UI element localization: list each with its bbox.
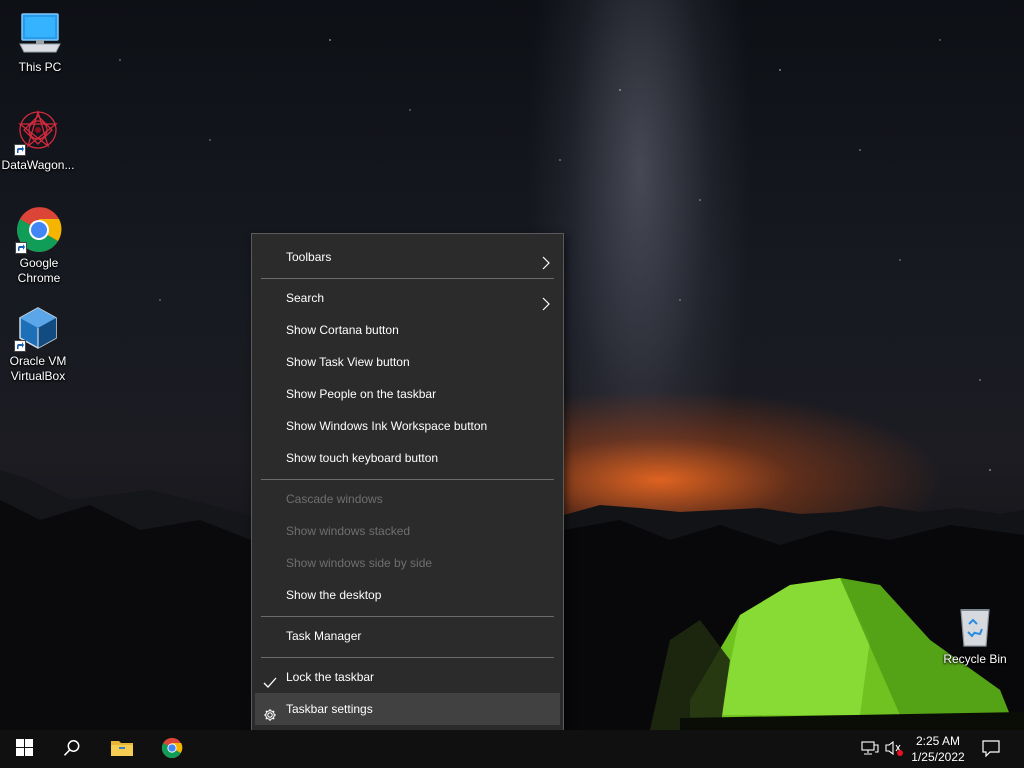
file-explorer-icon [110, 738, 134, 761]
taskbar-chrome[interactable] [148, 730, 196, 768]
action-center-icon [982, 739, 1000, 760]
desktop-icon-label: Recycle Bin [943, 652, 1007, 666]
menu-item-show-cortana-button[interactable]: Show Cortana button [255, 314, 560, 346]
desktop-icon-recycle-bin[interactable]: Recycle Bin [937, 602, 1013, 667]
clock-time: 2:25 AM [915, 734, 961, 748]
recycle-bin-icon [951, 602, 999, 650]
menu-item-label: Show Task View button [286, 355, 410, 369]
desktop-icon-google-chrome[interactable]: Google Chrome [1, 206, 77, 286]
desktop-icon-virtualbox[interactable]: Oracle VM VirtualBox [0, 304, 76, 384]
network-icon [861, 740, 879, 759]
menu-separator [261, 278, 554, 279]
menu-item-task-manager[interactable]: Task Manager [255, 620, 560, 652]
menu-item-label: Show the desktop [286, 588, 382, 602]
taskbar-search-button[interactable] [48, 730, 96, 768]
desktop-icon-label: This PC [18, 60, 62, 74]
action-center-button[interactable] [978, 730, 1004, 768]
menu-separator [261, 616, 554, 617]
menu-item-show-the-desktop[interactable]: Show the desktop [255, 579, 560, 611]
menu-item-label: Show People on the taskbar [286, 387, 437, 401]
menu-item-show-people[interactable]: Show People on the taskbar [255, 378, 560, 410]
taskbar-clock[interactable]: 2:25 AM 1/25/2022 [902, 730, 974, 768]
menu-item-label: Show Windows Ink Workspace button [286, 419, 488, 433]
start-icon [15, 739, 33, 759]
menu-item-taskbar-settings[interactable]: Taskbar settings [255, 693, 560, 725]
virtualbox-icon [14, 304, 62, 352]
menu-item-label: Search [286, 291, 325, 305]
desktop-icon-this-pc[interactable]: This PC [2, 10, 78, 75]
taskbar[interactable]: 2:25 AM 1/25/2022 [0, 730, 1024, 768]
tray-network[interactable] [858, 730, 882, 768]
menu-item-show-windows-side-by-side: Show windows side by side [255, 547, 560, 579]
menu-item-cascade-windows: Cascade windows [255, 483, 560, 515]
menu-item-search[interactable]: Search [255, 282, 560, 314]
menu-separator [261, 657, 554, 658]
datawagon-icon [14, 108, 62, 156]
menu-item-toolbars[interactable]: Toolbars [255, 241, 560, 273]
menu-item-label: Cascade windows [286, 492, 383, 506]
menu-item-label: Show Cortana button [286, 323, 399, 337]
shortcut-arrow-icon [14, 340, 26, 352]
search-icon [63, 739, 81, 760]
desktop-icon-label: DataWagon... [1, 158, 75, 172]
desktop-icon-datawagon[interactable]: DataWagon... [0, 108, 76, 173]
menu-separator [261, 479, 554, 480]
shortcut-arrow-icon [15, 242, 27, 254]
menu-item-label: Task Manager [286, 629, 362, 643]
menu-item-label: Taskbar settings [286, 702, 373, 716]
taskbar-file-explorer[interactable] [98, 730, 146, 768]
menu-item-label: Lock the taskbar [286, 670, 375, 684]
computer-icon [16, 10, 64, 58]
start-button[interactable] [0, 730, 48, 768]
menu-item-show-touch-keyboard[interactable]: Show touch keyboard button [255, 442, 560, 474]
menu-item-show-task-view-button[interactable]: Show Task View button [255, 346, 560, 378]
menu-item-label: Show windows side by side [286, 556, 433, 570]
chrome-icon [15, 206, 63, 254]
menu-item-show-windows-ink[interactable]: Show Windows Ink Workspace button [255, 410, 560, 442]
menu-item-label: Toolbars [286, 250, 332, 264]
menu-item-show-windows-stacked: Show windows stacked [255, 515, 560, 547]
desktop-icon-label: Oracle VM VirtualBox [9, 354, 67, 383]
desktop-icon-label: Google Chrome [17, 256, 61, 285]
menu-item-label: Show touch keyboard button [286, 451, 439, 465]
clock-date: 1/25/2022 [911, 750, 965, 764]
taskbar-context-menu: Toolbars Search Show Cortana button Show… [251, 233, 564, 733]
shortcut-arrow-icon [14, 144, 26, 156]
chrome-icon [161, 737, 183, 762]
menu-item-lock-the-taskbar[interactable]: Lock the taskbar [255, 661, 560, 693]
menu-item-label: Show windows stacked [286, 524, 411, 538]
volume-muted-icon [884, 740, 904, 759]
